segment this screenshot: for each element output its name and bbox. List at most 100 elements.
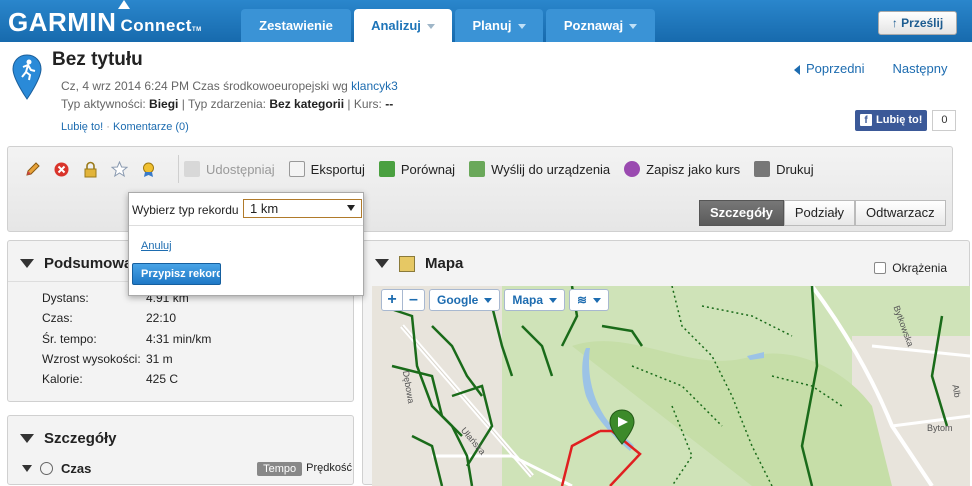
map-icon xyxy=(399,255,415,272)
main-nav-tabs: Zestawienie Analizuj Planuj Poznawaj xyxy=(241,9,655,42)
stat-row: Czas: 22:10 xyxy=(42,311,211,331)
zoom-in-button[interactable]: + xyxy=(381,289,403,311)
course-label: | Kurs: xyxy=(347,97,382,111)
next-link[interactable]: Następny xyxy=(893,61,948,76)
user-link[interactable]: klancyk3 xyxy=(351,79,398,93)
stat-row: Kalorie: 425 C xyxy=(42,372,211,392)
checkbox[interactable] xyxy=(874,262,887,274)
map-controls: + – Google Mapa ≋ xyxy=(381,289,610,311)
event-type-value[interactable]: Bez kategorii xyxy=(269,97,344,111)
tab-label: Zestawienie xyxy=(259,18,333,33)
export-button[interactable]: Eksportuj xyxy=(288,161,365,177)
chevron-down-icon xyxy=(347,205,355,211)
collapse-icon xyxy=(20,259,34,268)
lock-icon[interactable] xyxy=(82,161,99,178)
record-icon[interactable] xyxy=(140,161,157,178)
activity-title[interactable]: Bez tytułu xyxy=(52,49,143,71)
like-link[interactable]: Lubię to! xyxy=(61,121,103,133)
collapse-icon xyxy=(22,465,32,472)
pace-toggle[interactable]: Tempo xyxy=(257,461,303,476)
chevron-left-icon xyxy=(794,64,800,75)
activity-type-label: Typ aktywności: xyxy=(61,97,146,111)
print-icon xyxy=(754,161,771,177)
assign-record-button[interactable]: Przypisz rekord xyxy=(132,263,221,285)
map-type-dropdown[interactable]: Mapa xyxy=(504,289,566,311)
edit-icon[interactable] xyxy=(24,161,41,178)
activity-pager: Poprzedni Następny xyxy=(794,61,947,76)
stat-value: 31 m xyxy=(146,351,173,366)
save-course-icon xyxy=(624,161,641,177)
view-player-button[interactable]: Odtwarzacz xyxy=(855,200,946,226)
details-title: Szczegóły xyxy=(44,430,117,447)
tab-planuj[interactable]: Planuj xyxy=(455,9,543,42)
print-button[interactable]: Drukuj xyxy=(754,161,814,177)
details-panel: Szczegóły Czas Tempo Prędkość xyxy=(7,415,354,485)
stat-value: 22:10 xyxy=(146,311,177,326)
share-label: Udostępniaj xyxy=(206,161,275,177)
export-label: Eksportuj xyxy=(310,161,365,177)
facebook-like-button[interactable]: f Lubię to! xyxy=(855,110,928,131)
star-icon[interactable] xyxy=(111,161,128,178)
toolbar-divider xyxy=(178,155,179,183)
send-to-device-button[interactable]: Wyślij do urządzenia xyxy=(469,161,610,177)
map-header[interactable]: Mapa xyxy=(375,255,463,272)
cancel-link[interactable]: Anuluj xyxy=(141,240,172,252)
event-type-label: | Typ zdarzenia: xyxy=(181,97,267,111)
send-to-device-label: Wyślij do urządzenia xyxy=(491,161,611,177)
stat-row: Śr. tempo: 4:31 min/km xyxy=(42,332,211,352)
facebook-like-count: 0 xyxy=(932,110,957,131)
stat-value: 425 C xyxy=(146,372,179,387)
comments-link[interactable]: Komentarze (0) xyxy=(113,121,189,133)
previous-link[interactable]: Poprzedni xyxy=(794,61,865,76)
separator: · xyxy=(106,121,110,133)
view-splits-button[interactable]: Podziały xyxy=(783,200,855,226)
compare-button[interactable]: Porównaj xyxy=(378,161,456,177)
save-course-button[interactable]: Zapisz jako kurs xyxy=(624,161,740,177)
map-provider-dropdown[interactable]: Google xyxy=(429,289,501,311)
zoom-controls: + – xyxy=(381,289,425,311)
previous-label: Poprzedni xyxy=(806,61,865,76)
next-label: Następny xyxy=(892,61,948,76)
collapse-icon xyxy=(375,259,389,268)
stat-key: Wzrost wysokości: xyxy=(42,351,141,366)
activity-type-value[interactable]: Biegi xyxy=(149,97,178,111)
layers-icon: ≋ xyxy=(577,293,588,307)
tab-zestawienie[interactable]: Zestawienie xyxy=(241,9,351,42)
tab-label: Analizuj xyxy=(371,18,421,33)
map-panel: Mapa Okrążenia Dębowa Ułańska Bytkowska … xyxy=(362,240,970,486)
collapse-icon xyxy=(20,434,34,443)
compare-label: Porównaj xyxy=(400,161,456,177)
tab-poznawaj[interactable]: Poznawaj xyxy=(546,9,655,42)
map-provider-label: Google xyxy=(437,293,479,307)
send-to-device-icon xyxy=(469,161,486,177)
laps-checkbox[interactable]: Okrążenia xyxy=(874,261,947,275)
zoom-out-button[interactable]: – xyxy=(403,289,425,311)
details-header[interactable]: Szczegóły xyxy=(20,430,117,447)
map-canvas[interactable]: Dębowa Ułańska Bytkowska Alb Bytom + – G… xyxy=(372,286,970,486)
view-details-button[interactable]: Szczegóły xyxy=(699,200,784,226)
chevron-down-icon xyxy=(517,24,526,30)
street-label: Bytom xyxy=(927,423,953,433)
speed-toggle[interactable]: Prędkość xyxy=(306,462,352,476)
clock-icon xyxy=(40,462,53,475)
delete-icon[interactable] xyxy=(53,161,70,178)
share-button[interactable]: Udostępniaj xyxy=(184,161,275,177)
logo-triangle-icon xyxy=(118,0,130,9)
upload-button[interactable]: ↑ Prześlij xyxy=(878,11,957,35)
stat-value: 4:31 min/km xyxy=(146,331,212,346)
activity-datetime: Cz, 4 wrz 2014 6:24 PM Czas środkowoeuro… xyxy=(61,79,398,93)
datetime-text: Cz, 4 wrz 2014 6:24 PM Czas środkowoeuro… xyxy=(61,79,348,93)
garmin-connect-logo[interactable]: GARMIN ConnectTM xyxy=(8,0,202,38)
activity-meta: Typ aktywności: Biegi | Typ zdarzenia: B… xyxy=(61,97,393,111)
record-type-select[interactable]: 1 km xyxy=(243,199,362,218)
upload-label: Prześlij xyxy=(901,16,944,30)
stat-key: Kalorie: xyxy=(42,372,83,387)
brand-name: GARMIN xyxy=(8,7,117,37)
popup-divider xyxy=(129,225,363,226)
tab-analizuj[interactable]: Analizuj xyxy=(354,9,452,42)
map-layers-dropdown[interactable]: ≋ xyxy=(569,289,610,311)
tab-label: Planuj xyxy=(472,18,512,33)
time-section-header[interactable]: Czas Tempo Prędkość xyxy=(22,461,352,476)
course-value: -- xyxy=(385,97,394,111)
view-switcher: Szczegóły Podziały Odtwarzacz xyxy=(699,200,946,226)
